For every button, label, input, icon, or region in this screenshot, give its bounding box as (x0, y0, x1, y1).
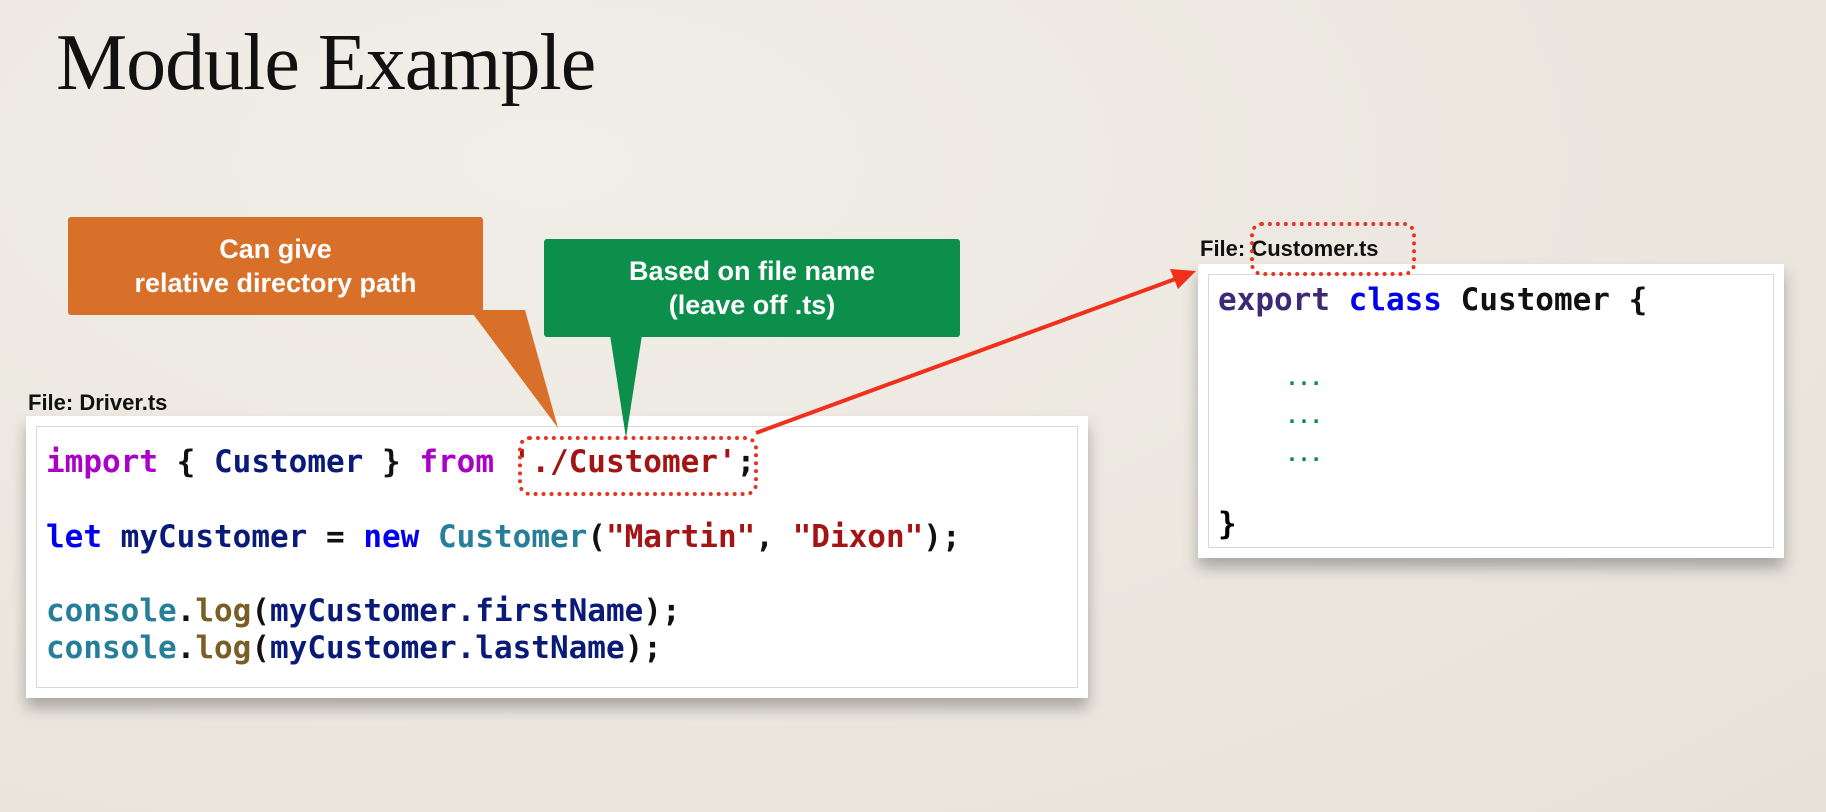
filename-highlight-ring (1250, 222, 1416, 276)
path-highlight-ring (518, 436, 758, 496)
callout-relative-path: Can give relative directory path (68, 217, 483, 315)
green-callout-pointer (610, 335, 642, 438)
callout-file-name: Based on file name (leave off .ts) (544, 239, 960, 337)
annotation-overlay (470, 269, 1196, 438)
